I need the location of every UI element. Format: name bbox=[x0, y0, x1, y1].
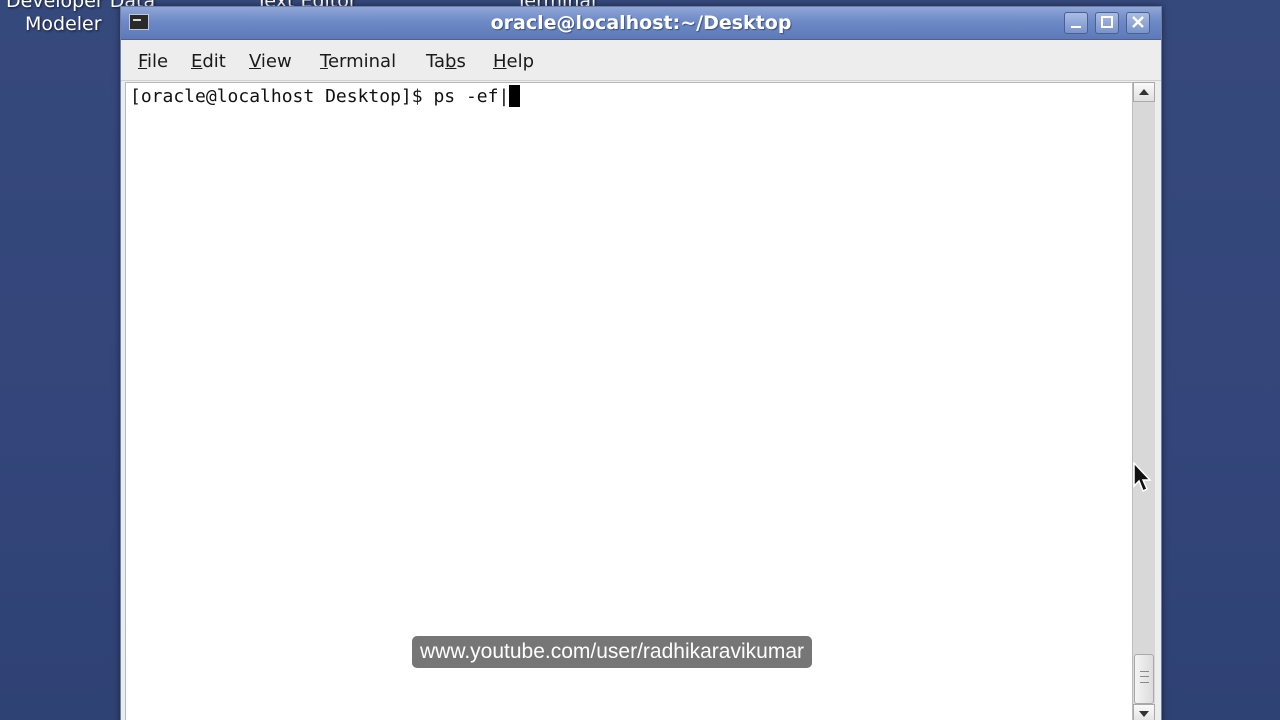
terminal-text-area[interactable]: [oracle@localhost Desktop]$ ps -ef| bbox=[125, 82, 1132, 720]
menu-help-label: elp bbox=[506, 51, 535, 72]
menu-tabs-label: s bbox=[456, 51, 466, 72]
terminal-window: oracle@localhost:~/Desktop File Edit Vie… bbox=[120, 6, 1162, 720]
close-icon bbox=[1132, 16, 1144, 28]
maximize-button[interactable] bbox=[1095, 12, 1119, 34]
vertical-scrollbar[interactable] bbox=[1132, 82, 1155, 720]
arrow-down-icon bbox=[1139, 711, 1149, 717]
menu-view-mnemonic: V bbox=[249, 51, 261, 72]
menu-terminal-mnemonic: T bbox=[320, 51, 328, 72]
menu-view-label: iew bbox=[260, 51, 292, 72]
scrollbar-thumb[interactable] bbox=[1134, 654, 1154, 704]
scroll-down-button[interactable] bbox=[1133, 704, 1155, 720]
window-title: oracle@localhost:~/Desktop bbox=[490, 12, 792, 34]
menu-file[interactable]: File bbox=[138, 51, 168, 72]
terminal-line: [oracle@localhost Desktop]$ ps -ef| bbox=[130, 85, 521, 109]
watermark-url: www.youtube.com/user/radhikaravikumar bbox=[412, 636, 812, 668]
typed-command: ps -ef| bbox=[433, 86, 510, 107]
mouse-pointer-icon bbox=[1133, 462, 1152, 493]
menu-edit[interactable]: Edit bbox=[191, 51, 226, 72]
text-cursor bbox=[509, 85, 521, 107]
menu-tabs-mnemonic: b bbox=[445, 51, 457, 72]
menu-view[interactable]: View bbox=[249, 51, 292, 72]
menu-terminal[interactable]: Terminal bbox=[320, 51, 396, 72]
maximize-icon bbox=[1101, 16, 1113, 28]
close-button[interactable] bbox=[1126, 12, 1150, 34]
menu-file-label: ile bbox=[147, 51, 169, 72]
desktop: Developer Data Modeler Text Editor Termi… bbox=[0, 0, 1280, 720]
menu-help-mnemonic: H bbox=[493, 51, 507, 72]
menu-bar: File Edit View Terminal Tabs Help bbox=[121, 40, 1161, 81]
menu-file-mnemonic: F bbox=[138, 51, 148, 72]
minimize-button[interactable] bbox=[1064, 12, 1088, 34]
menu-help[interactable]: Help bbox=[493, 51, 534, 72]
arrow-up-icon bbox=[1139, 89, 1149, 95]
shell-prompt: [oracle@localhost Desktop]$ bbox=[130, 86, 434, 107]
scroll-up-button[interactable] bbox=[1133, 82, 1155, 102]
menu-edit-label: dit bbox=[202, 51, 226, 72]
menu-edit-mnemonic: E bbox=[191, 51, 203, 72]
menu-terminal-label: erminal bbox=[327, 51, 397, 72]
desktop-icon-label-modeler[interactable]: Modeler bbox=[25, 13, 102, 35]
menu-tabs-label-prefix: Ta bbox=[426, 51, 446, 72]
menu-tabs[interactable]: Tabs bbox=[426, 51, 466, 72]
grip-icon bbox=[1140, 671, 1149, 683]
title-bar[interactable]: oracle@localhost:~/Desktop bbox=[121, 7, 1161, 40]
minimize-icon bbox=[1071, 26, 1081, 28]
